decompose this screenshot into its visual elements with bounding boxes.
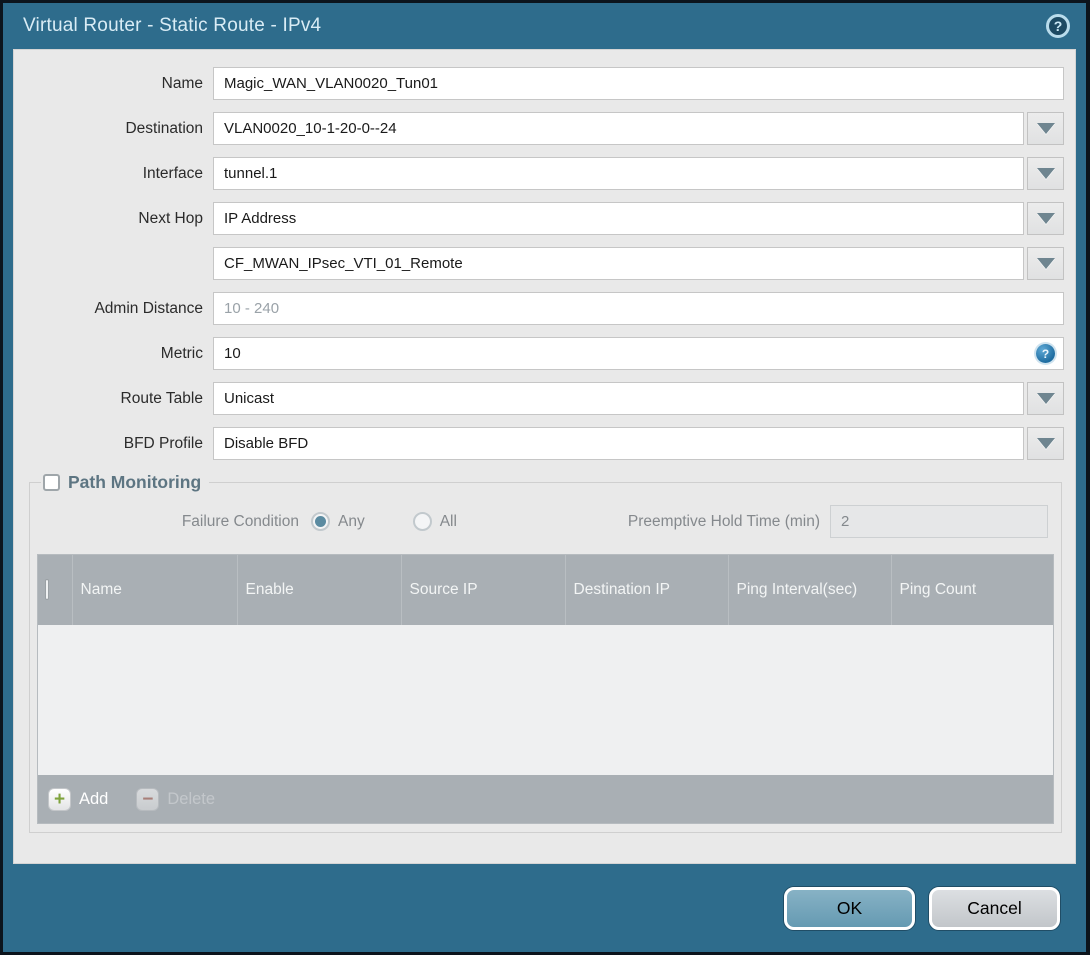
metric-input[interactable] [213, 337, 1064, 370]
column-header-name[interactable]: Name [71, 555, 237, 625]
failure-condition-row: Failure Condition Any All Preemptive Hol… [37, 497, 1054, 554]
dialog-title: Virtual Router - Static Route - IPv4 [23, 15, 322, 36]
admin-distance-input[interactable] [213, 292, 1064, 325]
bfd-profile-dropdown-button[interactable] [1027, 427, 1064, 460]
next-hop-row: Next Hop [13, 202, 1064, 235]
route-table-dropdown-button[interactable] [1027, 382, 1064, 415]
metric-row: Metric ? [13, 337, 1064, 370]
destination-dropdown-button[interactable] [1027, 112, 1064, 145]
path-monitoring-table: Name Enable Source IP Destination IP Pin… [37, 554, 1054, 824]
route-table-input[interactable] [213, 382, 1024, 415]
metric-label: Metric [160, 344, 203, 362]
static-route-dialog: Virtual Router - Static Route - IPv4 ? N… [3, 3, 1086, 952]
admin-distance-label: Admin Distance [94, 299, 203, 317]
admin-distance-row: Admin Distance [13, 292, 1064, 325]
chevron-down-icon [1036, 258, 1055, 269]
chevron-down-icon [1036, 393, 1055, 404]
bfd-profile-row: BFD Profile [13, 427, 1064, 460]
destination-input[interactable] [213, 112, 1024, 145]
route-table-row: Route Table [13, 382, 1064, 415]
name-row: Name [13, 67, 1064, 100]
route-table-label: Route Table [120, 389, 203, 407]
select-all-header-cell [38, 555, 72, 625]
column-header-ping-interval[interactable]: Ping Interval(sec) [727, 555, 891, 625]
table-empty-body [38, 625, 1053, 775]
preemptive-hold-time-label: Preemptive Hold Time (min) [627, 512, 820, 530]
name-input[interactable] [213, 67, 1064, 100]
next-hop-type-input[interactable] [213, 202, 1024, 235]
bfd-profile-input[interactable] [213, 427, 1024, 460]
failure-condition-label: Failure Condition [181, 512, 299, 530]
radio-any-label: Any [338, 512, 365, 530]
column-header-source-ip[interactable]: Source IP [400, 555, 565, 625]
add-button[interactable]: + Add [48, 787, 109, 811]
path-monitoring-checkbox[interactable] [43, 474, 60, 491]
path-monitoring-title: Path Monitoring [68, 472, 202, 492]
column-header-enable[interactable]: Enable [236, 555, 401, 625]
delete-button[interactable]: − Delete [136, 787, 216, 811]
ok-button[interactable]: OK [784, 886, 915, 930]
failure-condition-option-all[interactable]: All [412, 512, 457, 531]
help-icon[interactable]: ? [1046, 14, 1070, 38]
next-hop-address-row [13, 247, 1064, 280]
next-hop-label: Next Hop [138, 209, 203, 227]
interface-input[interactable] [213, 157, 1024, 190]
next-hop-address-input[interactable] [213, 247, 1024, 280]
dialog-footer: OK Cancel [3, 864, 1086, 952]
column-header-ping-count[interactable]: Ping Count [890, 555, 1053, 625]
dialog-titlebar: Virtual Router - Static Route - IPv4 ? [3, 3, 1086, 49]
dialog-body: Name Destination Interface [13, 49, 1076, 864]
radio-any-icon[interactable] [311, 512, 330, 531]
chevron-down-icon [1036, 123, 1055, 134]
cancel-button[interactable]: Cancel [929, 886, 1060, 930]
add-button-label: Add [79, 789, 109, 808]
metric-hint-icon[interactable]: ? [1036, 344, 1055, 363]
next-hop-address-dropdown-button[interactable] [1027, 247, 1064, 280]
chevron-down-icon [1036, 438, 1055, 449]
radio-all-icon[interactable] [412, 512, 432, 531]
name-label: Name [161, 74, 203, 92]
table-footer-bar: + Add − Delete [38, 775, 1053, 823]
interface-label: Interface [142, 164, 203, 182]
chevron-down-icon [1036, 168, 1055, 179]
next-hop-type-dropdown-button[interactable] [1027, 202, 1064, 235]
failure-condition-option-any[interactable]: Any [311, 512, 365, 531]
destination-row: Destination [13, 112, 1064, 145]
delete-button-label: Delete [167, 789, 216, 808]
interface-row: Interface [13, 157, 1064, 190]
bfd-profile-label: BFD Profile [123, 434, 203, 452]
path-monitoring-section: Path Monitoring Failure Condition Any Al… [29, 472, 1062, 833]
preemptive-hold-time-input[interactable] [830, 505, 1048, 538]
path-monitoring-legend: Path Monitoring [41, 472, 209, 493]
column-header-destination-ip[interactable]: Destination IP [564, 555, 728, 625]
chevron-down-icon [1036, 213, 1055, 224]
minus-icon: − [136, 787, 160, 811]
interface-dropdown-button[interactable] [1027, 157, 1064, 190]
select-all-checkbox[interactable] [45, 579, 49, 600]
destination-label: Destination [125, 119, 203, 137]
plus-icon: + [48, 787, 71, 811]
radio-all-label: All [439, 512, 457, 530]
